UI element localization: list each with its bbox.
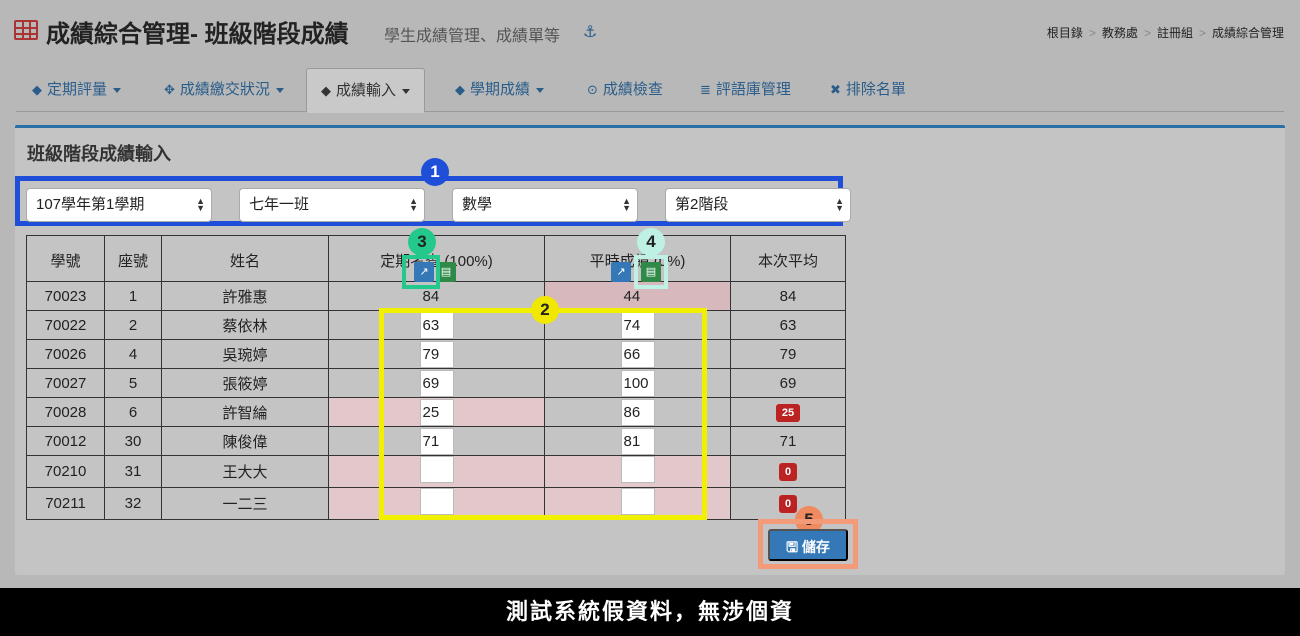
tab-grade-input[interactable]: ◆ 成績輸入 [306, 68, 426, 113]
tab-periodic-exam[interactable]: ◆ 定期評量 [18, 68, 135, 112]
callout-number-4: 4 [637, 228, 665, 256]
semester-select[interactable]: 107學年第1學期 ▲ ▼ [26, 188, 212, 222]
select-arrows-icon: ▲ ▼ [622, 196, 631, 213]
caret-down-icon [402, 88, 411, 94]
failing-badge: 0 [778, 463, 798, 481]
tags-icon: ◆ [321, 83, 331, 98]
callout-number-2: 2 [531, 296, 559, 324]
breadcrumb-separator: > [1088, 26, 1096, 40]
database-icon: ≣ [700, 82, 711, 97]
select-arrows-icon: ▲ ▼ [409, 196, 418, 213]
class-select[interactable]: 七年一班 ▲ ▼ [239, 188, 425, 222]
col-name: 姓名 [161, 235, 329, 282]
tab-submission-status[interactable]: ✥ 成績繳交狀況 [150, 68, 298, 112]
select-arrows-icon: ▲ ▼ [835, 196, 844, 213]
page-header: 成績綜合管理- 班級階段成績 學生成績管理、成績單等 ⚓ 根目錄 > 教務處 > 註冊組… [0, 0, 1300, 64]
breadcrumb: 根目錄 > 教務處 > 註冊組 > 成績綜合管理 [1047, 24, 1284, 41]
panel-title: 班級階段成績輸入 [27, 144, 171, 164]
caret-down-icon [536, 87, 545, 93]
callout-number-1: 1 [421, 158, 449, 186]
stage-select[interactable]: 第2階段 ▲ ▼ [665, 188, 851, 222]
external-link-icon[interactable]: ↗ [611, 262, 631, 282]
col-average: 本次平均 [730, 235, 846, 282]
tab-comment-library[interactable]: ≣ 評語庫管理 [686, 68, 805, 112]
score-inputs-callout-box [379, 308, 707, 520]
save-icon: 🖫 [786, 539, 802, 555]
breadcrumb-separator: > [1143, 26, 1151, 40]
caret-down-icon [113, 87, 122, 93]
col-seat: 座號 [104, 235, 162, 282]
col-student-id: 學號 [26, 235, 105, 282]
table-icon [14, 20, 38, 40]
subject-select[interactable]: 數學 ▲ ▼ [452, 188, 638, 222]
exam-import-callout-box [402, 255, 440, 289]
check-circle-icon: ⊙ [587, 82, 598, 97]
tab-semester-grades[interactable]: ◆ 學期成績 [441, 68, 558, 112]
tags-icon: ◆ [32, 82, 42, 97]
failing-badge: 0 [778, 495, 798, 513]
breadcrumb-registry[interactable]: 註冊組 [1157, 26, 1193, 40]
callout-number-3: 3 [408, 228, 436, 256]
nav-tabs: ◆ 定期評量 ✥ 成績繳交狀況 ◆ 成績輸入 ◆ 學期成績 ⊙ 成績檢查 ≣ 評語庫管理 ✖… [16, 68, 1284, 113]
failing-badge: 25 [775, 403, 801, 422]
page-subtitle: 學生成績管理、成績單等 [384, 28, 561, 45]
breadcrumb-academic[interactable]: 教務處 [1102, 26, 1138, 40]
user-times-icon: ✖ [830, 82, 841, 97]
regular-paste-callout-box [634, 255, 668, 289]
page-title: 成績綜合管理- 班級階段成績 [46, 21, 349, 48]
tags-icon: ◆ [455, 82, 465, 97]
select-arrows-icon: ▲ ▼ [196, 196, 205, 213]
caret-down-icon [275, 87, 284, 93]
save-button[interactable]: 🖫 儲存 [768, 529, 848, 561]
breadcrumb-root[interactable]: 根目錄 [1047, 26, 1083, 40]
anchor-icon[interactable]: ⚓ [583, 22, 597, 42]
tab-exclusion-list[interactable]: ✖ 排除名單 [816, 68, 920, 112]
breadcrumb-separator: > [1198, 26, 1206, 40]
tab-grade-check[interactable]: ⊙ 成績檢查 [573, 68, 677, 112]
breadcrumb-current[interactable]: 成績綜合管理 [1212, 26, 1284, 40]
crosshair-icon: ✥ [164, 82, 175, 97]
footer-disclaimer: 測試系統假資料，無涉個資 [0, 588, 1300, 636]
